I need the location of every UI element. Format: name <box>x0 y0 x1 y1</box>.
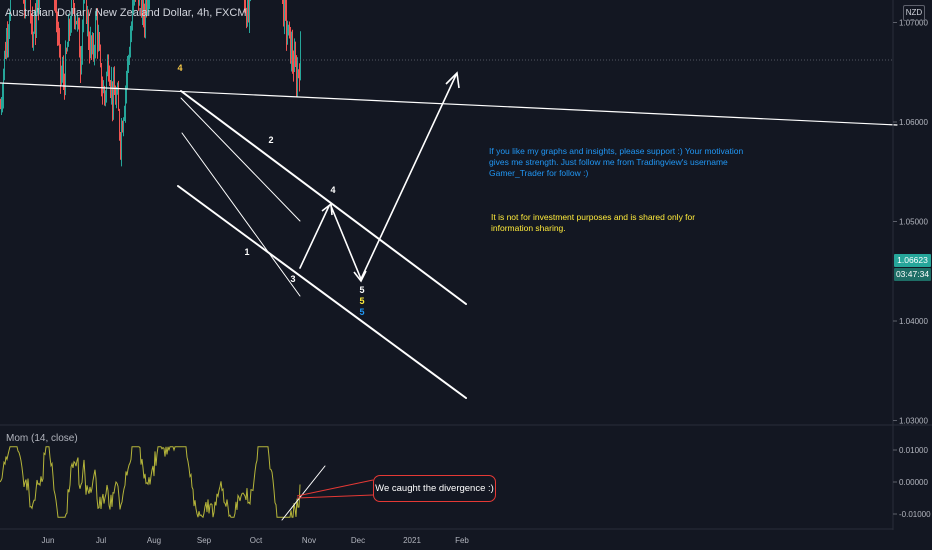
wave-label: 4 <box>177 63 182 73</box>
time-tick-label: Dec <box>351 536 365 545</box>
wave-label: 4 <box>330 185 335 195</box>
last-price-tag: 1.06623 <box>894 254 931 267</box>
callout-text: We caught the divergence :) <box>375 483 494 494</box>
disclaimer-note[interactable]: It is not for investment purposes and is… <box>491 212 731 234</box>
wave-labels: 42134555 <box>177 63 364 317</box>
wave-label: 3 <box>290 274 295 284</box>
channel-upper-line <box>180 90 467 305</box>
oscillator-title: Mom (14, close) <box>6 433 78 444</box>
arrowhead-3 <box>445 71 460 89</box>
price-tick-label: 1.05000 <box>899 218 928 227</box>
time-tick-label: Oct <box>250 536 263 545</box>
axes: 1.120001.110001.100001.090001.080001.070… <box>0 0 932 545</box>
time-tick-label: Aug <box>147 536 161 545</box>
divergence-trend-line <box>281 465 326 521</box>
momentum-path <box>0 446 301 519</box>
wave-label: 5 <box>359 296 364 306</box>
divergence-callout[interactable]: We caught the divergence :) <box>373 475 496 502</box>
currency-badge[interactable]: NZD <box>903 5 925 21</box>
chart-title: Australian Dollar / New Zealand Dollar, … <box>5 7 247 19</box>
wave-label: 5 <box>359 285 364 295</box>
time-tick-label: Feb <box>455 536 469 545</box>
time-tick-label: Jul <box>96 536 106 545</box>
projection-leg-1 <box>299 205 330 269</box>
trend-drawings[interactable] <box>0 71 898 521</box>
projection-leg-3 <box>360 74 457 280</box>
osc-tick-label: -0.01000 <box>899 510 931 519</box>
countdown-tag: 03:47:34 <box>894 268 931 281</box>
price-tick-label: 1.03000 <box>899 417 928 426</box>
chart-canvas[interactable]: 1.120001.110001.100001.090001.080001.070… <box>0 0 932 550</box>
projection-leg-2 <box>330 205 362 280</box>
channel-lower-line <box>177 185 467 399</box>
time-tick-label: Jun <box>42 536 55 545</box>
time-tick-label: Sep <box>197 536 212 545</box>
osc-tick-label: 0.01000 <box>899 446 928 455</box>
support-note[interactable]: If you like my graphs and insights, plea… <box>489 146 744 179</box>
callout-connector-bottom <box>296 494 374 499</box>
price-candles <box>0 0 301 167</box>
price-tick-label: 1.06000 <box>899 118 928 127</box>
time-tick-label: 2021 <box>403 536 421 545</box>
momentum-line <box>0 446 301 519</box>
wave-label: 1 <box>244 247 249 257</box>
wave-label: 5 <box>359 307 364 317</box>
osc-tick-label: 0.00000 <box>899 478 928 487</box>
callout-connector-top <box>296 479 374 497</box>
inner-channel-lower <box>181 132 301 297</box>
time-tick-label: Nov <box>302 536 316 545</box>
price-tick-label: 1.04000 <box>899 317 928 326</box>
wave-label: 2 <box>268 135 273 145</box>
